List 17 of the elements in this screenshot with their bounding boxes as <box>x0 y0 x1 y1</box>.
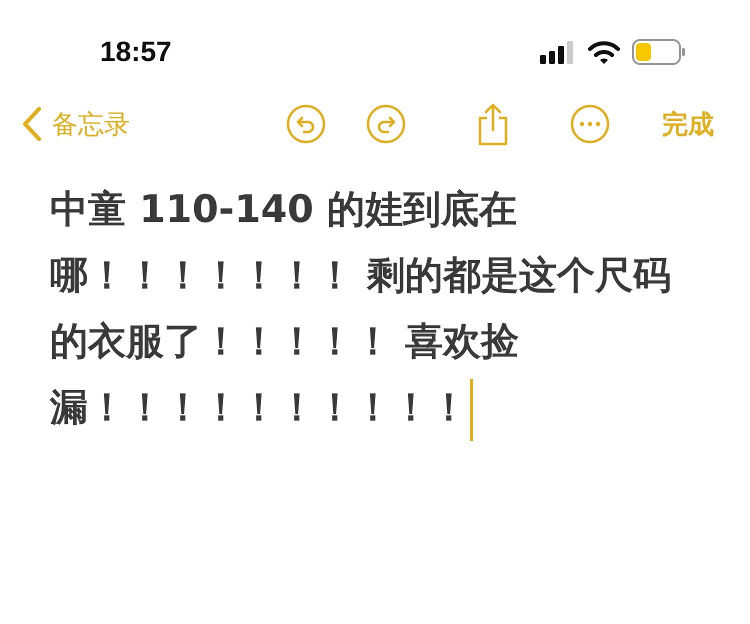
share-icon <box>476 102 510 146</box>
note-text[interactable]: 中童 110-140 的娃到底在哪！！！！！！！ 剩的都是这个尺码的衣服了！！！！！ 喜欢捡漏！！！！！！！！！！ <box>50 176 700 441</box>
back-button[interactable]: 备忘录 <box>22 106 130 142</box>
status-time: 18:57 <box>100 36 172 68</box>
chevron-left-icon <box>22 107 42 141</box>
undo-button[interactable] <box>286 104 326 144</box>
signal-icon <box>540 40 576 64</box>
undo-icon <box>286 104 326 144</box>
wifi-icon <box>588 40 620 64</box>
more-icon <box>570 104 610 144</box>
text-cursor <box>470 378 473 441</box>
battery-icon <box>632 39 686 65</box>
done-button[interactable]: 完成 <box>662 106 714 142</box>
redo-button[interactable] <box>366 104 406 144</box>
redo-icon <box>366 104 406 144</box>
more-button[interactable] <box>570 104 610 144</box>
share-button[interactable] <box>476 102 510 146</box>
